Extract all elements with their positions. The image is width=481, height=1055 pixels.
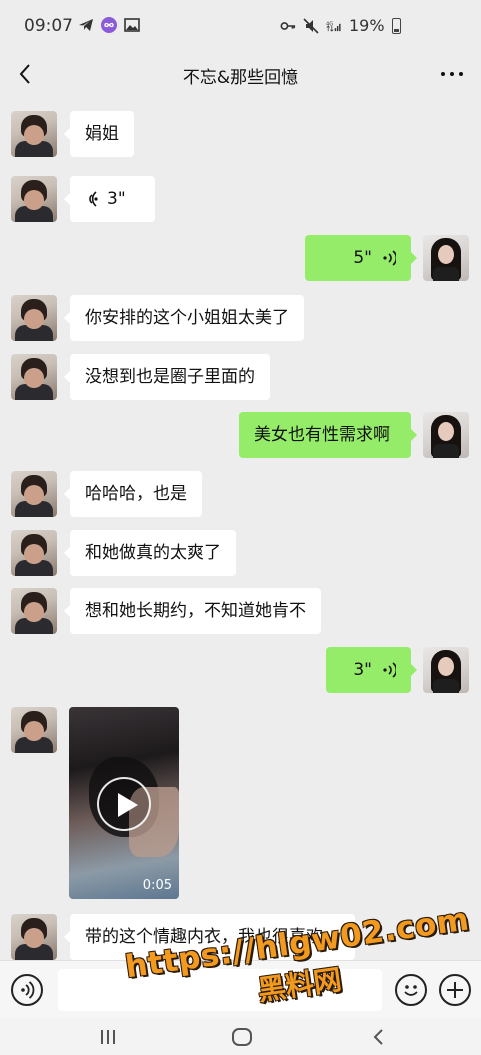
play-icon[interactable] [97, 777, 151, 831]
battery-percent: 19% [349, 16, 385, 35]
chat-title: 不忘&那些回憶 [182, 68, 299, 88]
contact-avatar[interactable] [11, 914, 57, 960]
contact-avatar[interactable] [11, 354, 57, 400]
message-bubble-incoming[interactable]: 娟姐 [64, 111, 134, 157]
infinity-badge-icon [101, 17, 117, 33]
contact-avatar[interactable] [11, 707, 57, 753]
message-text: 没想到也是圈子里面的 [85, 367, 255, 387]
key-icon [280, 21, 296, 30]
message-bubble-incoming[interactable]: 没想到也是圈子里面的 [64, 354, 270, 400]
voice-message-incoming[interactable]: 3" [64, 176, 155, 222]
message-bubble-incoming[interactable]: 带的这个情趣内衣，我也很喜欢， [64, 914, 355, 960]
status-time: 09:07 [24, 16, 73, 36]
message-input-bar [0, 960, 481, 1018]
message-input[interactable] [58, 969, 382, 1011]
voice-wave-icon [383, 250, 396, 266]
message-bubble-outgoing[interactable]: 美女也有性需求啊 [239, 412, 417, 458]
gallery-icon [124, 18, 140, 32]
recent-apps-icon[interactable] [97, 1026, 119, 1048]
video-message[interactable]: 0:05 [69, 707, 179, 899]
telegram-icon [79, 19, 93, 31]
voice-message-outgoing[interactable]: 5" [305, 235, 417, 281]
plus-icon[interactable] [439, 974, 471, 1006]
contact-avatar[interactable] [11, 295, 57, 341]
chat-message-list[interactable]: 娟姐 3" 5" 你安排的这个小姐姐太美了 没想到也是圈子里面的 美女也有性需求… [0, 98, 481, 960]
contact-avatar[interactable] [11, 530, 57, 576]
message-text: 哈哈哈，也是 [85, 484, 187, 504]
own-avatar[interactable] [423, 412, 469, 458]
message-text: 和她做真的太爽了 [85, 543, 221, 563]
contact-avatar[interactable] [11, 471, 57, 517]
4g-signal-icon: 4G [326, 21, 341, 32]
voice-duration: 5" [353, 248, 372, 268]
voice-message-outgoing[interactable]: 3" [326, 647, 417, 693]
contact-avatar[interactable] [11, 176, 57, 222]
emoji-icon[interactable] [395, 974, 427, 1006]
mute-icon [303, 17, 319, 34]
own-avatar[interactable] [423, 647, 469, 693]
contact-avatar[interactable] [11, 588, 57, 634]
contact-avatar[interactable] [11, 111, 57, 157]
message-text: 娟姐 [85, 124, 119, 144]
message-text: 带的这个情趣内衣，我也很喜欢， [85, 927, 340, 947]
message-bubble-incoming[interactable]: 你安排的这个小姐姐太美了 [64, 295, 304, 341]
voice-input-icon[interactable] [11, 974, 43, 1006]
voice-wave-icon [89, 191, 98, 207]
voice-duration: 3" [353, 660, 372, 680]
system-navigation-bar [0, 1018, 481, 1055]
voice-wave-icon [383, 662, 396, 678]
home-icon[interactable] [230, 1026, 254, 1048]
own-avatar[interactable] [423, 235, 469, 281]
status-bar: 09:07 4G 19% [0, 0, 481, 50]
message-text: 你安排的这个小姐姐太美了 [85, 308, 289, 328]
message-bubble-incoming[interactable]: 想和她长期约，不知道她肯不 [64, 588, 321, 634]
message-bubble-incoming[interactable]: 哈哈哈，也是 [64, 471, 202, 517]
message-text: 美女也有性需求啊 [254, 425, 390, 445]
video-duration: 0:05 [142, 878, 172, 893]
more-dots-icon[interactable] [438, 62, 466, 86]
chat-header: 不忘&那些回憶 [0, 50, 481, 98]
voice-duration: 3" [107, 189, 126, 209]
message-bubble-incoming[interactable]: 和她做真的太爽了 [64, 530, 236, 576]
message-text: 想和她长期约，不知道她肯不 [85, 601, 306, 621]
battery-icon [391, 17, 401, 34]
back-nav-icon[interactable] [368, 1026, 388, 1048]
